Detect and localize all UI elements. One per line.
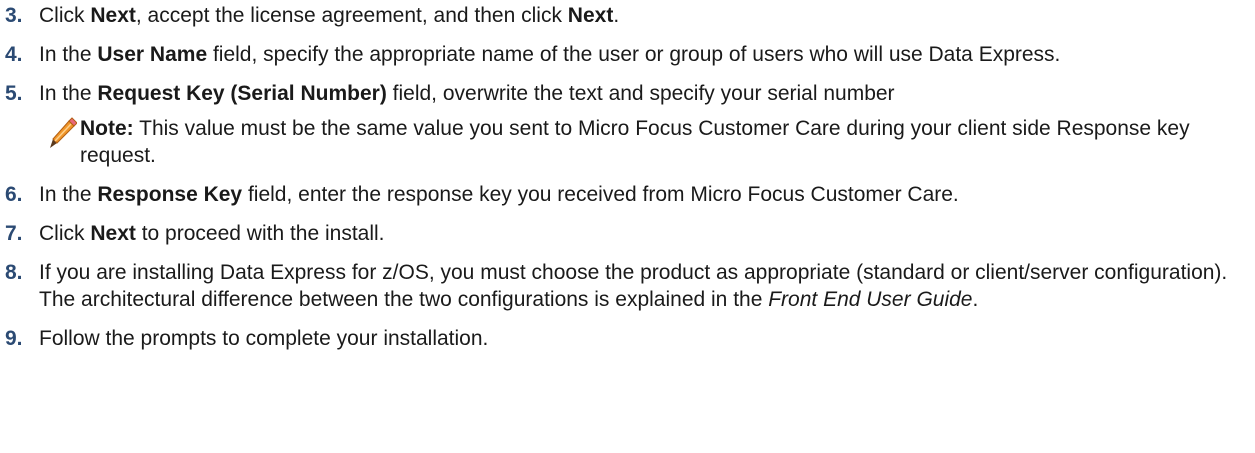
guide-title-reference: Front End User Guide [768,288,973,311]
install-steps-list: 3. Click Next, accept the license agreem… [0,2,1255,352]
step-text: In the Response Key field, enter the res… [39,183,959,206]
ui-term-response-key: Response Key [97,183,243,206]
note-label: Note: [80,117,134,140]
step-number: 4. [5,43,23,66]
step-8: 8. If you are installing Data Express fo… [0,259,1255,313]
ui-term-next: Next [567,4,614,27]
step-text: If you are installing Data Express for z… [39,261,1228,311]
ui-term-next: Next [90,4,136,27]
note-callout: Note: This value must be the same value … [39,115,1255,169]
step-number: 6. [5,183,23,206]
step-number: 3. [5,4,23,27]
step-3: 3. Click Next, accept the license agreem… [0,2,1255,29]
pencil-icon [47,116,78,150]
step-7: 7. Click Next to proceed with the instal… [0,220,1255,247]
ui-term-user-name: User Name [97,43,208,66]
step-number: 7. [5,222,23,245]
step-text: Follow the prompts to complete your inst… [39,327,489,350]
step-5: 5. In the Request Key (Serial Number) fi… [0,80,1255,107]
ui-term-next: Next [90,222,136,245]
step-text: In the User Name field, specify the appr… [39,43,1061,66]
note-text: Note: This value must be the same value … [80,117,1190,167]
document-page: 3. Click Next, accept the license agreem… [0,0,1255,453]
step-9: 9. Follow the prompts to complete your i… [0,325,1255,352]
step-4: 4. In the User Name field, specify the a… [0,41,1255,68]
step-number: 9. [5,327,23,350]
step-text: Click Next to proceed with the install. [39,222,385,245]
step-6: 6. In the Response Key field, enter the … [0,181,1255,208]
step-text: Click Next, accept the license agreement… [39,4,620,27]
step-number: 8. [5,261,23,284]
step-text: In the Request Key (Serial Number) field… [39,82,895,105]
ui-term-request-key: Request Key (Serial Number) [97,82,387,105]
step-number: 5. [5,82,23,105]
